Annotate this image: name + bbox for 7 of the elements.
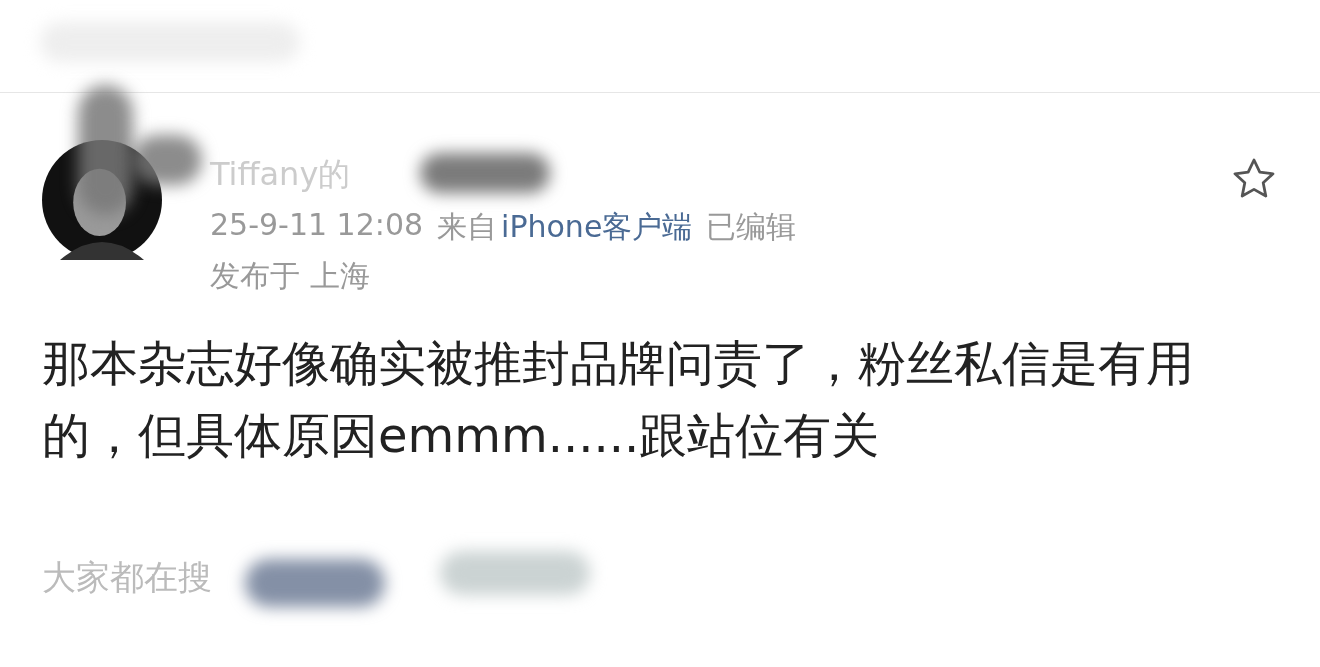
- source-label: 来自: [437, 208, 498, 246]
- comment-text: 那本杂志好像确实被推封品牌问责了，粉丝私信是有用的，但具体原因emmm......跟站位有关: [42, 334, 1195, 465]
- edited-label: 已编辑: [706, 208, 797, 246]
- source-link[interactable]: iPhone客户端: [501, 207, 693, 248]
- trending-label: 大家都在搜: [42, 557, 212, 597]
- location-label: 发布于 上海: [210, 257, 370, 295]
- post-time: 25-9-11 12:08: [210, 207, 424, 244]
